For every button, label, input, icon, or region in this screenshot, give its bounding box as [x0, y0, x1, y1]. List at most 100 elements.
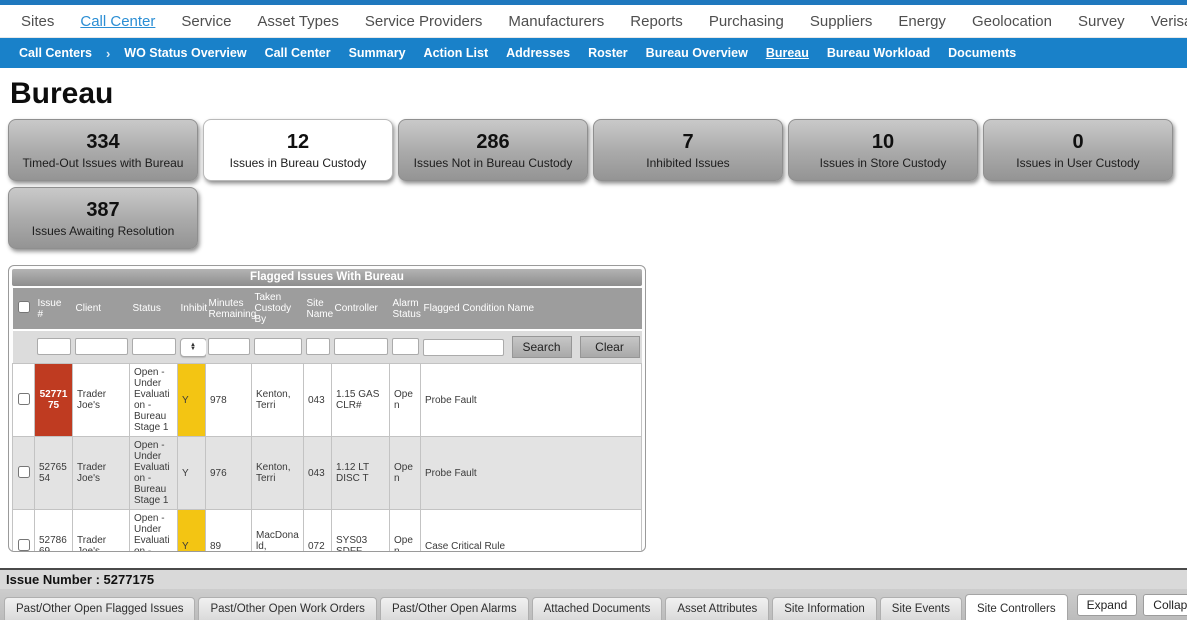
inhibit-cell: Y [178, 364, 206, 437]
alarm-status-cell: Open [390, 364, 421, 437]
subnav-item-bureau-workload[interactable]: Bureau Workload [818, 46, 939, 60]
card-count: 334 [86, 131, 119, 153]
card-label: Issues Awaiting Resolution [32, 224, 175, 238]
secondary-nav: Call Centers › WO Status Overview Call C… [0, 38, 1187, 68]
filter-taken-custody-input[interactable] [254, 338, 302, 355]
nav-item-call-center[interactable]: Call Center [67, 13, 168, 30]
card-issues-awaiting-resolution[interactable]: 387 Issues Awaiting Resolution [8, 187, 198, 249]
filter-empty-cell [13, 330, 35, 364]
card-count: 387 [86, 199, 119, 221]
taken-custody-cell: MacDonald, Jeanette [252, 510, 304, 553]
summary-cards: 334 Timed-Out Issues with Bureau 12 Issu… [0, 119, 1182, 249]
card-label: Issues in User Custody [1016, 156, 1139, 170]
col-header-alarm-status[interactable]: Alarm Status [390, 288, 421, 330]
tab-site-information[interactable]: Site Information [772, 597, 877, 620]
nav-item-energy[interactable]: Energy [885, 13, 959, 30]
taken-custody-cell: Kenton, Terri [252, 437, 304, 510]
tab-past-other-open-flagged-issues[interactable]: Past/Other Open Flagged Issues [4, 597, 195, 620]
card-count: 10 [872, 131, 894, 153]
filter-flagged-condition-input[interactable] [423, 339, 504, 356]
client-cell: Trader Joe's [73, 510, 130, 553]
col-header-controller[interactable]: Controller [332, 288, 390, 330]
nav-item-sites[interactable]: Sites [8, 13, 67, 30]
card-timed-out-issues[interactable]: 334 Timed-Out Issues with Bureau [8, 119, 198, 181]
filter-client-input[interactable] [75, 338, 128, 355]
card-issues-in-bureau-custody[interactable]: 12 Issues in Bureau Custody [203, 119, 393, 181]
filter-issue-input[interactable] [37, 338, 71, 355]
col-header-site-name[interactable]: Site Name [304, 288, 332, 330]
subnav-item-action-list[interactable]: Action List [415, 46, 498, 60]
subnav-item-bureau[interactable]: Bureau [757, 46, 818, 60]
row-checkbox[interactable] [18, 539, 30, 551]
clear-button[interactable]: Clear [580, 336, 640, 358]
table-filter-row: ▲ ▼ Search Clear [13, 330, 642, 364]
collapse-button[interactable]: Collapse [1143, 594, 1187, 616]
nav-item-asset-types[interactable]: Asset Types [244, 13, 351, 30]
primary-nav: Sites Call Center Service Asset Types Se… [0, 5, 1187, 38]
subnav-item-call-center[interactable]: Call Center [256, 46, 340, 60]
select-all-checkbox[interactable] [18, 301, 30, 313]
client-cell: Trader Joe's [73, 437, 130, 510]
nav-item-service-providers[interactable]: Service Providers [352, 13, 496, 30]
nav-item-manufacturers[interactable]: Manufacturers [495, 13, 617, 30]
card-count: 12 [287, 131, 309, 153]
flagged-condition-cell: Case Critical Rule [421, 510, 642, 553]
nav-item-verisae[interactable]: Verisae [1138, 13, 1187, 30]
col-header-inhibit[interactable]: Inhibit [178, 288, 206, 330]
subnav-item-addresses[interactable]: Addresses [497, 46, 579, 60]
tab-site-events[interactable]: Site Events [880, 597, 962, 620]
card-inhibited-issues[interactable]: 7 Inhibited Issues [593, 119, 783, 181]
client-cell: Trader Joe's [73, 364, 130, 437]
card-issues-in-store-custody[interactable]: 10 Issues in Store Custody [788, 119, 978, 181]
col-header-minutes-remaining[interactable]: Minutes Remaining [206, 288, 252, 330]
tab-asset-attributes[interactable]: Asset Attributes [665, 597, 769, 620]
subnav-item-roster[interactable]: Roster [579, 46, 637, 60]
inhibit-cell: Y [178, 437, 206, 510]
tab-attached-documents[interactable]: Attached Documents [532, 597, 663, 620]
nav-item-reports[interactable]: Reports [617, 13, 696, 30]
subnav-item-documents[interactable]: Documents [939, 46, 1025, 60]
row-checkbox[interactable] [18, 393, 30, 405]
nav-item-service[interactable]: Service [168, 13, 244, 30]
nav-item-suppliers[interactable]: Suppliers [797, 13, 886, 30]
nav-item-geolocation[interactable]: Geolocation [959, 13, 1065, 30]
filter-site-input[interactable] [306, 338, 330, 355]
filter-inhibit-select[interactable]: ▲ ▼ [180, 338, 207, 357]
tab-past-other-open-work-orders[interactable]: Past/Other Open Work Orders [198, 597, 376, 620]
subnav-item-wo-status-overview[interactable]: WO Status Overview [115, 46, 255, 60]
col-header-status[interactable]: Status [130, 288, 178, 330]
issue-detail-panel: Issue Number : 5277175 Past/Other Open F… [0, 568, 1187, 620]
table-row[interactable]: 5276554 Trader Joe's Open - Under Evalua… [13, 437, 642, 510]
alarm-status-cell: Open [390, 437, 421, 510]
table-row[interactable]: 5278669 Trader Joe's Open - Under Evalua… [13, 510, 642, 553]
card-label: Issues in Store Custody [820, 156, 947, 170]
filter-minutes-input[interactable] [208, 338, 250, 355]
table-header-row: Issue # Client Status Inhibit Minutes Re… [13, 288, 642, 330]
taken-custody-cell: Kenton, Terri [252, 364, 304, 437]
card-issues-in-user-custody[interactable]: 0 Issues in User Custody [983, 119, 1173, 181]
controller-cell: 1.12 LT DISC T [332, 437, 390, 510]
filter-controller-input[interactable] [334, 338, 388, 355]
breadcrumb-separator-icon: › [101, 46, 115, 61]
select-all-cell [13, 288, 35, 330]
subnav-item-summary[interactable]: Summary [340, 46, 415, 60]
col-header-taken-custody-by[interactable]: Taken Custody By [252, 288, 304, 330]
subnav-item-bureau-overview[interactable]: Bureau Overview [637, 46, 757, 60]
expand-button[interactable]: Expand [1077, 594, 1138, 616]
nav-item-purchasing[interactable]: Purchasing [696, 13, 797, 30]
card-issues-not-in-bureau-custody[interactable]: 286 Issues Not in Bureau Custody [398, 119, 588, 181]
breadcrumb-call-centers[interactable]: Call Centers [10, 46, 101, 60]
nav-item-survey[interactable]: Survey [1065, 13, 1138, 30]
tab-past-other-open-alarms[interactable]: Past/Other Open Alarms [380, 597, 529, 620]
filter-alarm-input[interactable] [392, 338, 419, 355]
search-button[interactable]: Search [512, 336, 572, 358]
col-header-client[interactable]: Client [73, 288, 130, 330]
col-header-issue[interactable]: Issue # [35, 288, 73, 330]
filter-status-input[interactable] [132, 338, 176, 355]
col-header-flagged-condition-name[interactable]: Flagged Condition Name [421, 288, 642, 330]
table-row[interactable]: 5277175 Trader Joe's Open - Under Evalua… [13, 364, 642, 437]
row-checkbox[interactable] [18, 466, 30, 478]
minutes-remaining-cell: 89 [206, 510, 252, 553]
issue-number-bar: Issue Number : 5277175 [0, 568, 1187, 589]
tab-site-controllers[interactable]: Site Controllers [965, 594, 1068, 620]
